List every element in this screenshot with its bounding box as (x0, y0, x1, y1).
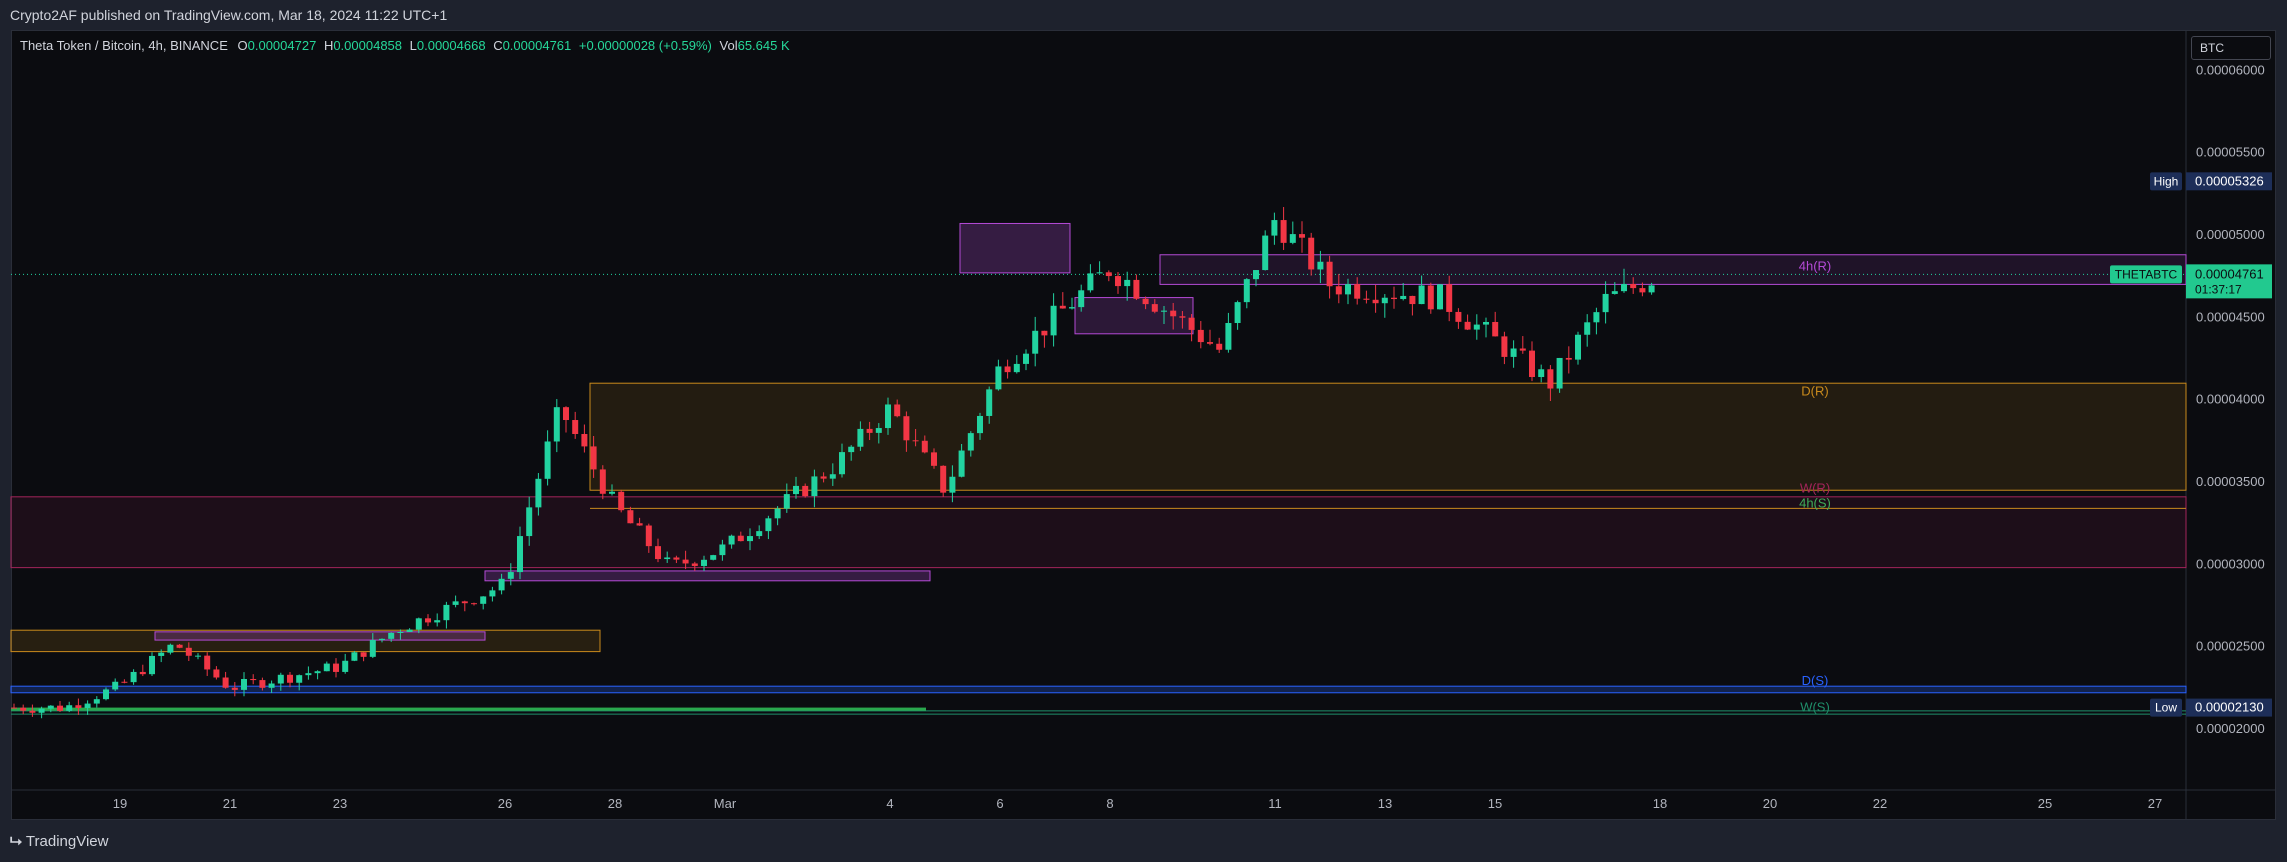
volume-label: Vol (719, 38, 738, 53)
change-value: +0.00000028 (+0.59%) (578, 38, 712, 53)
close-label: C (493, 38, 503, 53)
high-label: H (323, 38, 334, 53)
published-header: Crypto2AF published on TradingView.com, … (10, 7, 448, 23)
volume-value: 65.645 K (737, 38, 790, 53)
footer-brand: TradingView (25, 833, 109, 850)
tradingview-logo[interactable]: ⮡ TradingView (10, 828, 108, 856)
chart-panel[interactable] (11, 30, 2276, 820)
symbol-title: Theta Token / Bitcoin, 4h, BINANCE (20, 38, 228, 53)
currency-button[interactable]: BTC (2191, 36, 2271, 60)
symbol-legend: Theta Token / Bitcoin, 4h, BINANCE O0.00… (20, 36, 794, 56)
close-value: 0.00004761 (502, 38, 572, 53)
footer: ⮡ TradingView (0, 828, 2287, 862)
low-value: 0.00004668 (416, 38, 486, 53)
high-value: 0.00004858 (333, 38, 403, 53)
open-label: O (237, 38, 248, 53)
tv-logo-icon: ⮡ (10, 833, 23, 850)
open-value: 0.00004727 (247, 38, 317, 53)
low-label: L (409, 38, 417, 53)
